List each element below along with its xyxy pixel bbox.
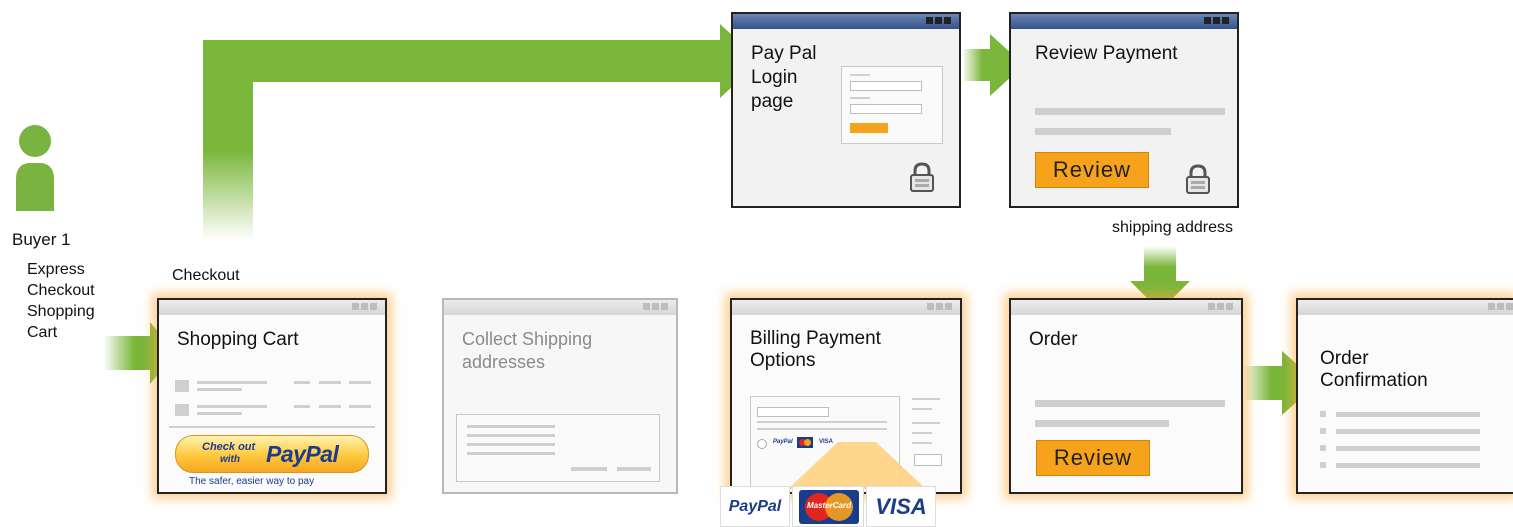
- confirm-bullet: [1320, 428, 1326, 434]
- window-controls-icon: [1204, 17, 1229, 24]
- order-confirmation-title: Order Confirmation: [1320, 348, 1428, 391]
- product-line: [197, 405, 267, 408]
- window-titlebar: [444, 300, 676, 315]
- order-line: [1035, 420, 1169, 427]
- review-payment-window: Review Payment Review: [1009, 12, 1239, 208]
- price-line: [349, 405, 371, 408]
- window-controls-icon: [927, 303, 952, 310]
- paypal-brand: PayPal: [266, 441, 339, 467]
- side-line: [912, 398, 940, 400]
- login-form-box: [841, 66, 943, 144]
- payment-logos-callout: [788, 442, 926, 489]
- confirm-line: [1336, 429, 1480, 434]
- shipping-form-box: [456, 414, 660, 482]
- product-thumb: [175, 404, 189, 416]
- checkout-with-paypal-button[interactable]: Check out with PayPal: [175, 435, 369, 473]
- window-controls-icon: [1208, 303, 1233, 310]
- paypal-with-text: with: [220, 454, 240, 465]
- confirm-line: [1336, 446, 1480, 451]
- login-label-line: [850, 74, 870, 76]
- product-line: [197, 381, 267, 384]
- lock-icon: [1186, 164, 1210, 194]
- login-password-input: [850, 104, 922, 114]
- window-titlebar: [159, 300, 385, 315]
- review-payment-button[interactable]: Review: [1035, 152, 1149, 188]
- product-line: [197, 388, 242, 391]
- visa-logo: VISA: [866, 486, 936, 527]
- window-titlebar: [733, 14, 959, 29]
- window-titlebar: [732, 300, 960, 315]
- side-line: [912, 408, 932, 410]
- order-review-button[interactable]: Review: [1036, 440, 1150, 476]
- login-label-line: [850, 97, 870, 99]
- product-line: [197, 412, 242, 415]
- paypal-logo: PayPal: [720, 486, 790, 527]
- shipping-address-label: shipping address: [1112, 219, 1233, 236]
- order-title: Order: [1029, 329, 1078, 350]
- window-controls-icon: [643, 303, 668, 310]
- form-line: [467, 443, 555, 446]
- paypal-tagline: The safer, easier way to pay: [189, 476, 315, 487]
- paypal-checkout-text: Check out: [202, 441, 256, 453]
- review-line: [1035, 108, 1225, 115]
- review-line: [1035, 128, 1171, 135]
- login-submit-button[interactable]: [850, 123, 888, 133]
- window-titlebar: [1011, 14, 1237, 29]
- billing-payment-title: Billing Payment Options: [750, 328, 881, 371]
- collect-shipping-title: Collect Shipping addresses: [462, 329, 593, 372]
- form-line: [571, 467, 607, 471]
- product-thumb: [175, 380, 189, 392]
- shopping-cart-title: Shopping Cart: [177, 329, 299, 350]
- price-line: [294, 405, 310, 408]
- buyer-name: Buyer 1: [12, 230, 71, 249]
- paypal-login-title: Pay Pal Login page: [751, 43, 817, 112]
- mastercard-logo: MasterCard: [792, 486, 864, 527]
- order-window: Order Review: [1009, 298, 1243, 494]
- side-line: [912, 432, 932, 434]
- form-line: [617, 467, 651, 471]
- form-line: [467, 452, 555, 455]
- review-payment-title: Review Payment: [1035, 43, 1178, 64]
- window-controls-icon: [1488, 303, 1513, 310]
- payment-logos: PayPal MasterCard VISA: [720, 486, 940, 527]
- price-line: [319, 381, 341, 384]
- collect-shipping-window: Collect Shipping addresses: [442, 298, 678, 494]
- window-titlebar: [1298, 300, 1513, 315]
- checkout-label: Checkout: [172, 267, 240, 284]
- confirm-bullet: [1320, 445, 1326, 451]
- confirm-line: [1336, 463, 1480, 468]
- form-line: [467, 425, 555, 428]
- billing-line: [757, 421, 887, 423]
- billing-input: [757, 407, 829, 417]
- buyer-avatar-icon: [14, 121, 56, 211]
- confirm-line: [1336, 412, 1480, 417]
- buyer-flow-label: Express Checkout Shopping Cart: [27, 261, 95, 341]
- price-line: [349, 381, 371, 384]
- divider-line: [169, 426, 375, 428]
- window-controls-icon: [926, 17, 951, 24]
- shopping-cart-window: Shopping Cart Check out with PayPal The …: [157, 298, 387, 494]
- price-line: [319, 405, 341, 408]
- window-controls-icon: [352, 303, 377, 310]
- billing-line: [757, 428, 887, 430]
- order-line: [1035, 400, 1225, 407]
- confirm-bullet: [1320, 411, 1326, 417]
- form-line: [467, 434, 555, 437]
- login-email-input: [850, 81, 922, 91]
- checkout-to-paypal-arrow: [203, 24, 760, 240]
- lock-icon: [910, 162, 934, 192]
- confirm-bullet: [1320, 462, 1326, 468]
- paypal-login-window: Pay Pal Login page: [731, 12, 961, 208]
- order-confirmation-window: Order Confirmation: [1296, 298, 1513, 494]
- price-line: [294, 381, 310, 384]
- side-line: [912, 422, 940, 424]
- window-titlebar: [1011, 300, 1241, 315]
